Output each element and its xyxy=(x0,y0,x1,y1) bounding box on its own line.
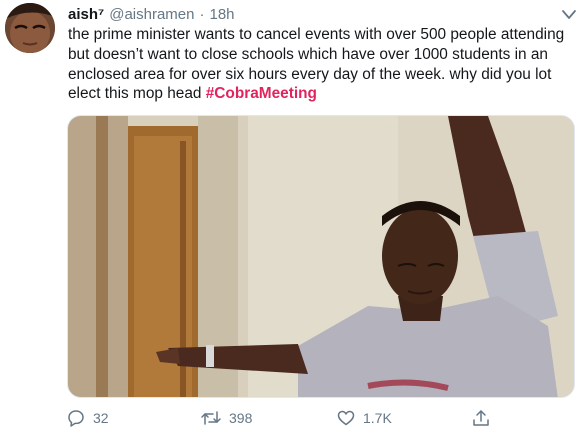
timestamp[interactable]: 18h xyxy=(209,6,234,23)
tweet-text: the prime minister wants to cancel event… xyxy=(68,25,583,104)
retweet-count: 398 xyxy=(229,410,253,426)
meme-photo xyxy=(68,116,574,397)
reply-button[interactable]: 32 xyxy=(67,407,109,429)
reply-icon xyxy=(67,409,85,427)
reply-count: 32 xyxy=(93,410,109,426)
share-button[interactable] xyxy=(472,407,490,429)
share-icon xyxy=(472,409,490,427)
heart-icon xyxy=(337,409,355,427)
like-count: 1.7K xyxy=(363,410,392,426)
hashtag-link[interactable]: #CobraMeeting xyxy=(206,85,317,102)
tweet-actions: 32 398 1.7K xyxy=(67,407,575,429)
avatar[interactable] xyxy=(5,3,55,53)
chevron-down-icon[interactable] xyxy=(561,8,577,20)
retweet-button[interactable]: 398 xyxy=(201,407,252,429)
retweet-icon xyxy=(201,409,221,427)
tweet-header: aish⁷ @aishramen · 18h xyxy=(68,6,557,26)
display-name[interactable]: aish⁷ xyxy=(68,6,104,23)
separator-dot: · xyxy=(199,6,205,23)
like-button[interactable]: 1.7K xyxy=(337,407,392,429)
tweet: aish⁷ @aishramen · 18h the prime ministe… xyxy=(0,0,587,437)
tweet-media[interactable] xyxy=(67,115,575,398)
user-handle[interactable]: @aishramen xyxy=(109,6,194,23)
